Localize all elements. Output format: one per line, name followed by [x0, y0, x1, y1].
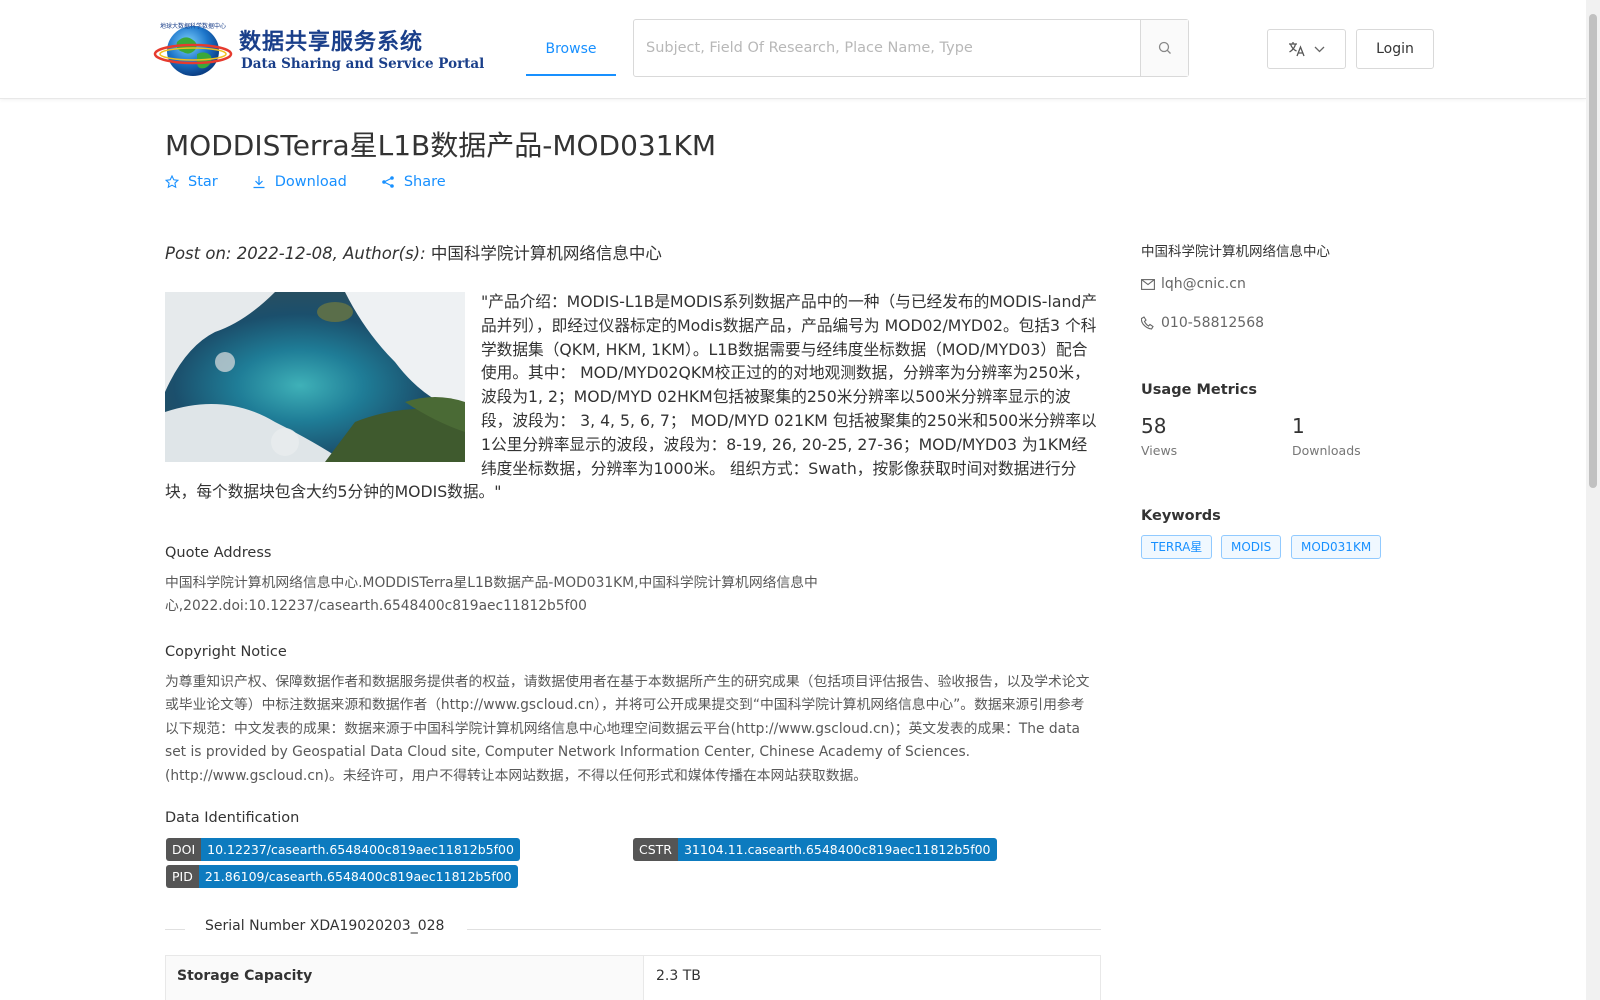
divider-line-left: [165, 929, 185, 930]
satellite-thumbnail-image: [165, 292, 465, 462]
cstr-badge[interactable]: CSTR 31104.11.casearth.6548400c819aec118…: [633, 838, 997, 861]
download-label: Download: [274, 174, 347, 190]
storage-capacity-label: Storage Capacity: [166, 956, 644, 1000]
satellite-scene-graphic: [165, 292, 465, 462]
dataset-description: "产品介绍：MODIS-L1B是MODIS系列数据产品中的一种（与已经发布的MO…: [165, 290, 1100, 504]
keyword-tag[interactable]: TERRA星: [1141, 535, 1213, 559]
downloads-label: Downloads: [1292, 443, 1361, 458]
search-icon: [1158, 41, 1171, 54]
cstr-badge-value: 31104.11.casearth.6548400c819aec11812b5f…: [677, 838, 997, 861]
contact-phone: 010-58812568: [1161, 315, 1265, 331]
scrollbar-thumb[interactable]: [1589, 14, 1597, 488]
dataset-actions: Star Download Share: [165, 174, 446, 190]
author-name: 中国科学院计算机网络信息中心: [430, 244, 662, 263]
translate-icon: [1289, 42, 1305, 57]
search-box: [633, 19, 1189, 77]
language-switch-button[interactable]: [1267, 29, 1346, 69]
share-icon: [382, 176, 394, 188]
nav-browse-tab[interactable]: Browse: [526, 20, 616, 76]
quote-address-title: Quote Address: [165, 545, 272, 561]
share-button[interactable]: Share: [381, 174, 446, 190]
top-header: 地球大数据科学数据中心 数据共享服务系统 Data Sharing and Se…: [0, 0, 1586, 99]
page-scrollbar[interactable]: [1586, 0, 1600, 1000]
post-date-prefix: Post on: 2022-12-08, Author(s):: [165, 244, 431, 263]
star-icon: [165, 175, 179, 189]
search-button[interactable]: [1140, 20, 1188, 76]
star-label: Star: [188, 174, 218, 190]
phone-icon: [1141, 316, 1154, 330]
usage-metrics-title: Usage Metrics: [1141, 382, 1257, 398]
dataset-title: MODDISTerra星L1B数据产品-MOD031KM: [165, 129, 717, 162]
doi-badge[interactable]: DOI 10.12237/casearth.6548400c819aec1181…: [166, 838, 520, 861]
storage-capacity-value: 2.3 TB: [656, 968, 701, 984]
contact-email[interactable]: lqh@cnic.cn: [1161, 276, 1246, 292]
views-count: 58: [1141, 414, 1167, 438]
download-button[interactable]: Download: [252, 174, 347, 190]
pid-badge-key: PID: [166, 865, 199, 888]
serial-number-divider: Serial Number XDA19020203_028: [165, 918, 1101, 940]
contact-phone-row: 010-58812568: [1141, 315, 1264, 331]
mail-icon: [1141, 278, 1155, 290]
portal-logo[interactable]: 地球大数据科学数据中心 数据共享服务系统 Data Sharing and Se…: [153, 20, 484, 80]
copyright-text: 为尊重知识产权、保障数据作者和数据服务提供者的权益，请数据使用者在基于本数据所产…: [165, 674, 1090, 784]
data-identification-title: Data Identification: [165, 810, 300, 826]
chevron-down-icon: [1314, 46, 1325, 52]
pid-badge-value: 21.86109/casearth.6548400c819aec11812b5f…: [198, 865, 518, 888]
login-button[interactable]: Login: [1356, 29, 1434, 69]
serial-number: Serial Number XDA19020203_028: [205, 918, 445, 934]
search-input[interactable]: [634, 20, 1142, 76]
doi-badge-value: 10.12237/casearth.6548400c819aec11812b5f…: [201, 838, 520, 861]
post-meta: Post on: 2022-12-08, Author(s): 中国科学院计算机…: [165, 240, 662, 264]
contact-email-row: lqh@cnic.cn: [1141, 276, 1246, 292]
share-label: Share: [403, 174, 446, 190]
copyright-title: Copyright Notice: [165, 644, 287, 660]
views-label: Views: [1141, 443, 1178, 458]
globe-logo-icon: 地球大数据科学数据中心: [153, 22, 233, 76]
logo-english-title: Data Sharing and Service Portal: [241, 56, 485, 72]
quote-address-text: 中国科学院计算机网络信息中心.MODDISTerra星L1B数据产品-MOD03…: [165, 575, 818, 615]
cstr-badge-key: CSTR: [633, 838, 678, 861]
downloads-count: 1: [1292, 414, 1305, 438]
logo-chinese-title: 数据共享服务系统: [239, 29, 424, 55]
doi-badge-key: DOI: [166, 838, 202, 861]
keywords-title: Keywords: [1141, 508, 1221, 524]
sidebar-organization: 中国科学院计算机网络信息中心: [1141, 244, 1330, 260]
dataset-details-table: Storage Capacity 2.3 TB: [165, 955, 1101, 1000]
logo-ring-text: 地球大数据科学数据中心: [160, 22, 226, 30]
keyword-tag[interactable]: MODIS: [1221, 535, 1282, 559]
download-icon: [253, 176, 265, 189]
divider-line-right: [467, 929, 1101, 930]
pid-badge[interactable]: PID 21.86109/casearth.6548400c819aec1181…: [166, 865, 518, 888]
keyword-tag[interactable]: MOD031KM: [1291, 535, 1382, 559]
star-button[interactable]: Star: [165, 174, 218, 190]
